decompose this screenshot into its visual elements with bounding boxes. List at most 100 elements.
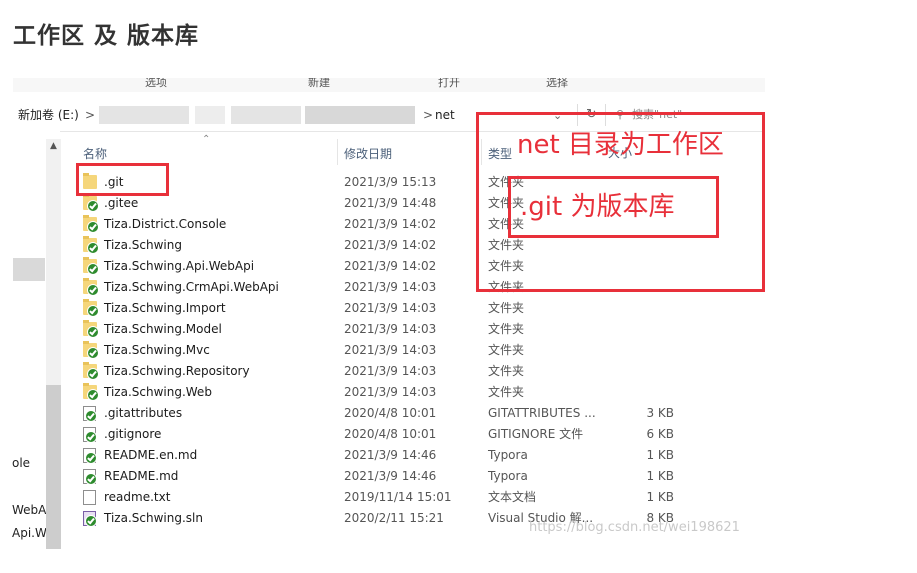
file-name: Tiza.District.Console (104, 217, 227, 231)
file-name: README.en.md (104, 448, 198, 462)
file-modified-date: 2021/3/9 14:46 (344, 448, 437, 462)
folder-synced-icon (83, 320, 99, 338)
file-type: GITIGNORE 文件 (488, 427, 584, 441)
folder-synced-icon (83, 341, 99, 359)
sync-check-badge-icon (85, 452, 97, 464)
scroll-up-arrow-icon[interactable]: ▲ (46, 139, 61, 154)
sync-check-badge-icon (85, 431, 97, 443)
breadcrumb-drive[interactable]: 新加卷 (E:) (18, 100, 79, 131)
file-name: Tiza.Schwing.Web (104, 385, 212, 399)
folder-synced-icon (83, 362, 99, 380)
ribbon-label-select[interactable]: 选择 (546, 78, 568, 88)
sync-check-badge-icon (85, 410, 97, 422)
folder-synced-icon (83, 236, 99, 254)
text-file-icon (83, 490, 96, 505)
file-size: 1 KB (646, 469, 674, 483)
sync-check-badge-icon (85, 515, 97, 527)
nav-selected-item[interactable] (13, 258, 45, 281)
sort-ascending-icon: ⌃ (202, 134, 211, 145)
file-type: 文件夹 (488, 385, 525, 399)
file-row[interactable]: readme.txt 2019/11/14 15:01 文本文档 1 KB (76, 487, 766, 508)
annotation-workspace: net 目录为工作区 (517, 130, 724, 160)
ribbon-label-open[interactable]: 打开 (438, 78, 460, 88)
file-name: Tiza.Schwing.Api.WebApi (104, 259, 255, 273)
file-name: README.md (104, 469, 179, 483)
folder-synced-icon (83, 194, 99, 212)
file-synced-icon (83, 448, 97, 464)
file-modified-date: 2021/3/9 14:03 (344, 280, 437, 294)
file-type: 文件夹 (488, 322, 525, 336)
file-row[interactable]: Tiza.Schwing.Import 2021/3/9 14:03 文件夹 (76, 298, 766, 319)
file-size: 3 KB (646, 406, 674, 420)
file-modified-date: 2021/3/9 14:03 (344, 301, 437, 315)
blurred-path-segment (231, 106, 301, 124)
watermark-text: https://blog.csdn.net/wei198621 (529, 520, 740, 535)
file-name: Tiza.Schwing.Import (104, 301, 226, 315)
blurred-path-segment (195, 106, 225, 124)
file-modified-date: 2021/3/9 14:02 (344, 238, 437, 252)
nav-scrollbar[interactable]: ▲ (46, 139, 61, 549)
sync-check-badge-icon (87, 368, 99, 380)
file-type: 文件夹 (488, 364, 525, 378)
blurred-path-segment (99, 106, 189, 124)
sync-check-badge-icon (87, 326, 99, 338)
file-row[interactable]: Tiza.Schwing.Mvc 2021/3/9 14:03 文件夹 (76, 340, 766, 361)
file-size: 1 KB (646, 490, 674, 504)
nav-item[interactable]: ole (12, 456, 44, 470)
file-row[interactable]: .gitattributes 2020/4/8 10:01 GITATTRIBUTE… (76, 403, 766, 424)
sync-check-badge-icon (87, 221, 99, 233)
sync-check-badge-icon (87, 284, 99, 296)
file-size: 6 KB (646, 427, 674, 441)
sync-check-badge-icon (87, 347, 99, 359)
column-header-date[interactable]: 修改日期 (344, 145, 392, 162)
file-type: Typora (488, 448, 528, 462)
breadcrumb-chevron-icon[interactable]: > (85, 100, 95, 131)
file-modified-date: 2020/4/8 10:01 (344, 427, 437, 441)
breadcrumb-chevron-icon[interactable]: > (423, 100, 433, 131)
scrollbar-thumb[interactable] (46, 385, 61, 549)
breadcrumb-folder[interactable]: net (435, 100, 455, 131)
file-modified-date: 2021/3/9 14:03 (344, 364, 437, 378)
sync-check-badge-icon (87, 200, 99, 212)
file-name: Tiza.Schwing.sln (104, 511, 203, 525)
folder-synced-icon (83, 278, 99, 296)
ribbon-label-new[interactable]: 新建 (308, 78, 330, 88)
file-name: Tiza.Schwing.Repository (104, 364, 250, 378)
file-modified-date: 2021/3/9 15:13 (344, 175, 437, 189)
nav-item[interactable]: WebAp (12, 503, 46, 517)
ribbon-strip: 选项 新建 打开 选择 (13, 78, 765, 92)
file-synced-icon (83, 469, 97, 485)
file-modified-date: 2020/4/8 10:01 (344, 406, 437, 420)
nav-item[interactable]: Api.W (12, 526, 46, 540)
file-row[interactable]: .gitignore 2020/4/8 10:01 GITIGNORE 文件 6 KB (76, 424, 766, 445)
column-header-name[interactable]: 名称 (83, 145, 107, 162)
file-modified-date: 2021/3/9 14:03 (344, 385, 437, 399)
page-heading: 工作区 及 版本库 (13, 23, 200, 49)
file-modified-date: 2021/3/9 14:46 (344, 469, 437, 483)
solution-file-synced-icon (83, 511, 97, 527)
file-row[interactable]: README.en.md 2021/3/9 14:46 Typora 1 KB (76, 445, 766, 466)
highlight-git-folder (76, 163, 169, 196)
file-name: Tiza.Schwing.Model (104, 322, 222, 336)
file-modified-date: 2019/11/14 15:01 (344, 490, 452, 504)
file-name: .gitignore (104, 427, 162, 441)
file-modified-date: 2020/2/11 15:21 (344, 511, 444, 525)
ribbon-label-options[interactable]: 选项 (145, 78, 167, 88)
folder-synced-icon (83, 215, 99, 233)
file-name: Tiza.Schwing.Mvc (104, 343, 210, 357)
annotation-repository: .git 为版本库 (520, 192, 675, 222)
blurred-path-segment (305, 106, 415, 124)
file-row[interactable]: README.md 2021/3/9 14:46 Typora 1 KB (76, 466, 766, 487)
file-row[interactable]: Tiza.Schwing.Web 2021/3/9 14:03 文件夹 (76, 382, 766, 403)
file-row[interactable]: Tiza.Schwing.Model 2021/3/9 14:03 文件夹 (76, 319, 766, 340)
file-name: Tiza.Schwing (104, 238, 182, 252)
file-name: .gitee (104, 196, 139, 210)
folder-synced-icon (83, 299, 99, 317)
file-type: Typora (488, 469, 528, 483)
file-modified-date: 2021/3/9 14:48 (344, 196, 437, 210)
file-type: GITATTRIBUTES ... (488, 406, 596, 420)
file-type: 文件夹 (488, 301, 525, 315)
file-name: readme.txt (104, 490, 171, 504)
file-row[interactable]: Tiza.Schwing.Repository 2021/3/9 14:03 文件夹 (76, 361, 766, 382)
column-divider[interactable] (337, 139, 338, 165)
